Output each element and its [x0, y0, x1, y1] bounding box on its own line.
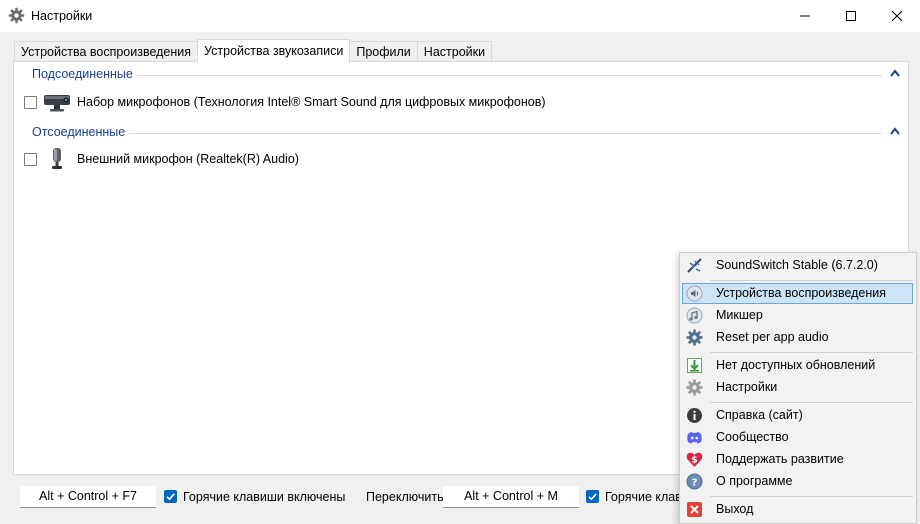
menu-item-label: О программе [716, 474, 793, 488]
checkmark-icon [166, 493, 175, 501]
chevron-up-icon[interactable] [890, 69, 900, 77]
hotkeys-enabled-label: Горячие клавиши включены [183, 490, 346, 504]
minimize-button[interactable] [782, 0, 828, 32]
window-title: Настройки [31, 9, 93, 23]
group-divider [32, 133, 882, 134]
group-title-disconnected: Отсоединенные [32, 125, 130, 139]
title-bar: Настройки [0, 0, 920, 32]
menu-item-label: SoundSwitch Stable (6.7.2.0) [716, 258, 878, 272]
menu-separator [710, 280, 913, 281]
menu-item-label: Настройки [716, 380, 778, 394]
help-icon: ? [686, 473, 703, 490]
menu-item-label: Микшер [716, 308, 763, 322]
tab-profiles[interactable]: Профили [349, 41, 418, 62]
menu-item-label: Сообщество [716, 430, 789, 444]
group-header-connected: Подсоединенные [32, 67, 900, 83]
mixer-icon [686, 307, 703, 324]
device-row[interactable]: Набор микрофонов (Технология Intel® Smar… [24, 91, 546, 113]
group-header-disconnected: Отсоединенные [32, 125, 900, 141]
menu-item-exit[interactable]: Выход [682, 499, 913, 520]
menu-item-label: Reset per app audio [716, 330, 829, 344]
tab-playback-devices[interactable]: Устройства воспроизведения [14, 41, 199, 62]
microphone-icon [52, 148, 62, 169]
gear-icon [8, 7, 25, 24]
switch-label: Переключить [366, 490, 444, 504]
menu-item-playback-devices[interactable]: Устройства воспроизведения [682, 283, 913, 304]
device-row[interactable]: Внешний микрофон (Realtek(R) Audio) [24, 148, 299, 170]
svg-text:$: $ [691, 456, 697, 466]
close-icon [892, 11, 902, 21]
device-checkbox[interactable] [24, 95, 37, 109]
menu-item-label: Устройства воспроизведения [716, 286, 887, 300]
device-label: Внешний микрофон (Realtek(R) Audio) [77, 152, 299, 166]
menu-item-donate[interactable]: $ Поддержать развитие [682, 449, 913, 470]
menu-item-help[interactable]: Справка (сайт) [682, 405, 913, 426]
tray-context-menu: SoundSwitch Stable (6.7.2.0) Устройства … [679, 252, 917, 524]
menu-item-mixer[interactable]: Микшер [682, 305, 913, 326]
hotkey-field-playback[interactable]: Alt + Control + F7 [20, 486, 156, 508]
checkmark-icon [588, 493, 597, 501]
microphone-array-icon [44, 95, 70, 112]
speaker-icon [686, 285, 703, 302]
update-icon [687, 358, 702, 373]
hotkeys-enabled-label-2: Горячие клав [605, 490, 682, 504]
hotkeys-enabled-checkbox-2[interactable] [586, 490, 599, 503]
soundswitch-icon [687, 258, 702, 273]
menu-item-updates[interactable]: Нет доступных обновлений [682, 355, 913, 376]
menu-item-label: Справка (сайт) [716, 408, 803, 422]
svg-text:?: ? [692, 477, 698, 488]
exit-icon [687, 502, 702, 517]
maximize-button[interactable] [828, 0, 874, 32]
menu-item-settings[interactable]: Настройки [682, 377, 913, 398]
gear-icon [686, 329, 703, 346]
chevron-up-icon[interactable] [890, 127, 900, 135]
info-icon [687, 408, 702, 423]
group-title-connected: Подсоединенные [32, 67, 137, 81]
hotkey-field-recording[interactable]: Alt + Control + M [443, 486, 579, 508]
settings-gear-icon [686, 379, 703, 396]
device-checkbox[interactable] [24, 152, 37, 166]
group-divider [32, 75, 882, 76]
menu-separator [710, 352, 913, 353]
close-button[interactable] [874, 0, 920, 32]
menu-item-label: Нет доступных обновлений [716, 358, 876, 372]
menu-item-reset-per-app[interactable]: Reset per app audio [682, 327, 913, 348]
device-label: Набор микрофонов (Технология Intel® Smar… [77, 95, 546, 109]
menu-item-label: Поддержать развитие [716, 452, 844, 466]
maximize-icon [846, 11, 856, 21]
menu-separator [710, 402, 913, 403]
hotkeys-enabled-checkbox[interactable] [164, 490, 177, 503]
minimize-icon [800, 15, 810, 17]
tab-strip: Устройства воспроизведения Устройства зв… [14, 39, 493, 63]
heart-dollar-icon: $ [686, 452, 703, 467]
menu-item-label: Выход [716, 502, 754, 516]
menu-separator [710, 496, 913, 497]
tab-recording-devices[interactable]: Устройства звукозаписи [197, 39, 351, 63]
menu-item-about[interactable]: ? О программе [682, 471, 913, 492]
discord-icon [687, 432, 702, 444]
tab-settings[interactable]: Настройки [416, 41, 493, 62]
menu-item-community[interactable]: Сообщество [682, 427, 913, 448]
menu-item-version[interactable]: SoundSwitch Stable (6.7.2.0) [682, 255, 913, 276]
